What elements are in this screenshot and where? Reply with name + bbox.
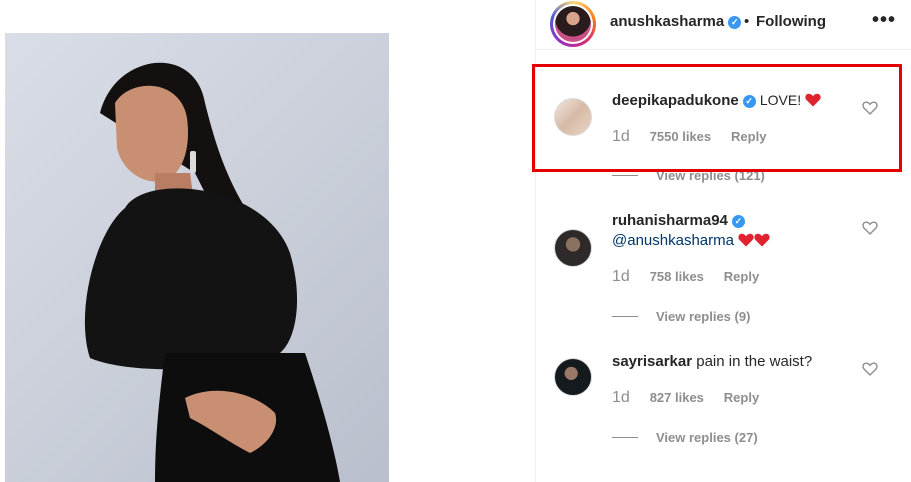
red-heart-emoji-icon: [754, 233, 770, 247]
comment-text: pain in the waist?: [696, 353, 813, 370]
view-replies-link[interactable]: View replies (27): [612, 430, 758, 445]
author-avatar: [555, 6, 591, 42]
like-comment-heart-icon[interactable]: [862, 100, 878, 116]
comment-time: 1d: [612, 268, 630, 285]
verified-badge-icon: ✓: [742, 95, 756, 108]
commenter-username: deepikapadukone ✓ LOVE!: [612, 92, 821, 109]
comment-time: 1d: [612, 128, 630, 145]
post-photo[interactable]: [5, 33, 389, 482]
reply-button[interactable]: Reply: [724, 269, 759, 284]
commenter-username: sayrisarkar pain in the waist?: [612, 353, 813, 370]
like-comment-heart-icon[interactable]: [862, 361, 878, 377]
story-ring-avatar[interactable]: [550, 1, 596, 47]
following-button[interactable]: Following: [756, 13, 826, 30]
comment-text: LOVE!: [759, 92, 802, 108]
divider-line: [612, 175, 638, 176]
verified-badge-icon: ✓: [728, 16, 742, 29]
red-heart-emoji-icon: [738, 233, 754, 247]
comment-meta: 1d 7550 likes Reply: [612, 128, 766, 146]
post-photo-figure: [84, 62, 340, 482]
post-header: anushkasharma ✓ • Following •••: [536, 0, 911, 50]
comment-time: 1d: [612, 389, 630, 406]
reply-button[interactable]: Reply: [724, 390, 759, 405]
more-options-icon[interactable]: •••: [872, 9, 896, 32]
divider-line: [612, 437, 638, 438]
divider-line: [612, 316, 638, 317]
like-comment-heart-icon[interactable]: [862, 220, 878, 236]
commenter-avatar[interactable]: [554, 358, 592, 396]
author-username[interactable]: anushkasharma ✓: [610, 13, 742, 30]
commenter-username: ruhanisharma94 ✓: [612, 212, 745, 229]
header-separator: •: [744, 13, 750, 30]
commenter-avatar[interactable]: [554, 229, 592, 267]
comment-meta: 1d 827 likes Reply: [612, 389, 759, 407]
comment-likes[interactable]: 758 likes: [650, 269, 704, 284]
comment-mention: @anushkasharma: [612, 232, 770, 249]
view-replies-link[interactable]: View replies (121): [612, 168, 765, 183]
red-heart-emoji-icon: [805, 93, 821, 107]
verified-badge-icon: ✓: [731, 215, 745, 228]
commenter-avatar[interactable]: [554, 98, 592, 136]
reply-button[interactable]: Reply: [731, 129, 766, 144]
comment-likes[interactable]: 827 likes: [650, 390, 704, 405]
comments-panel: anushkasharma ✓ • Following ••• deepikapa…: [535, 0, 911, 482]
view-replies-link[interactable]: View replies (9): [612, 309, 750, 324]
comment-meta: 1d 758 likes Reply: [612, 268, 759, 286]
comment-likes[interactable]: 7550 likes: [650, 129, 711, 144]
